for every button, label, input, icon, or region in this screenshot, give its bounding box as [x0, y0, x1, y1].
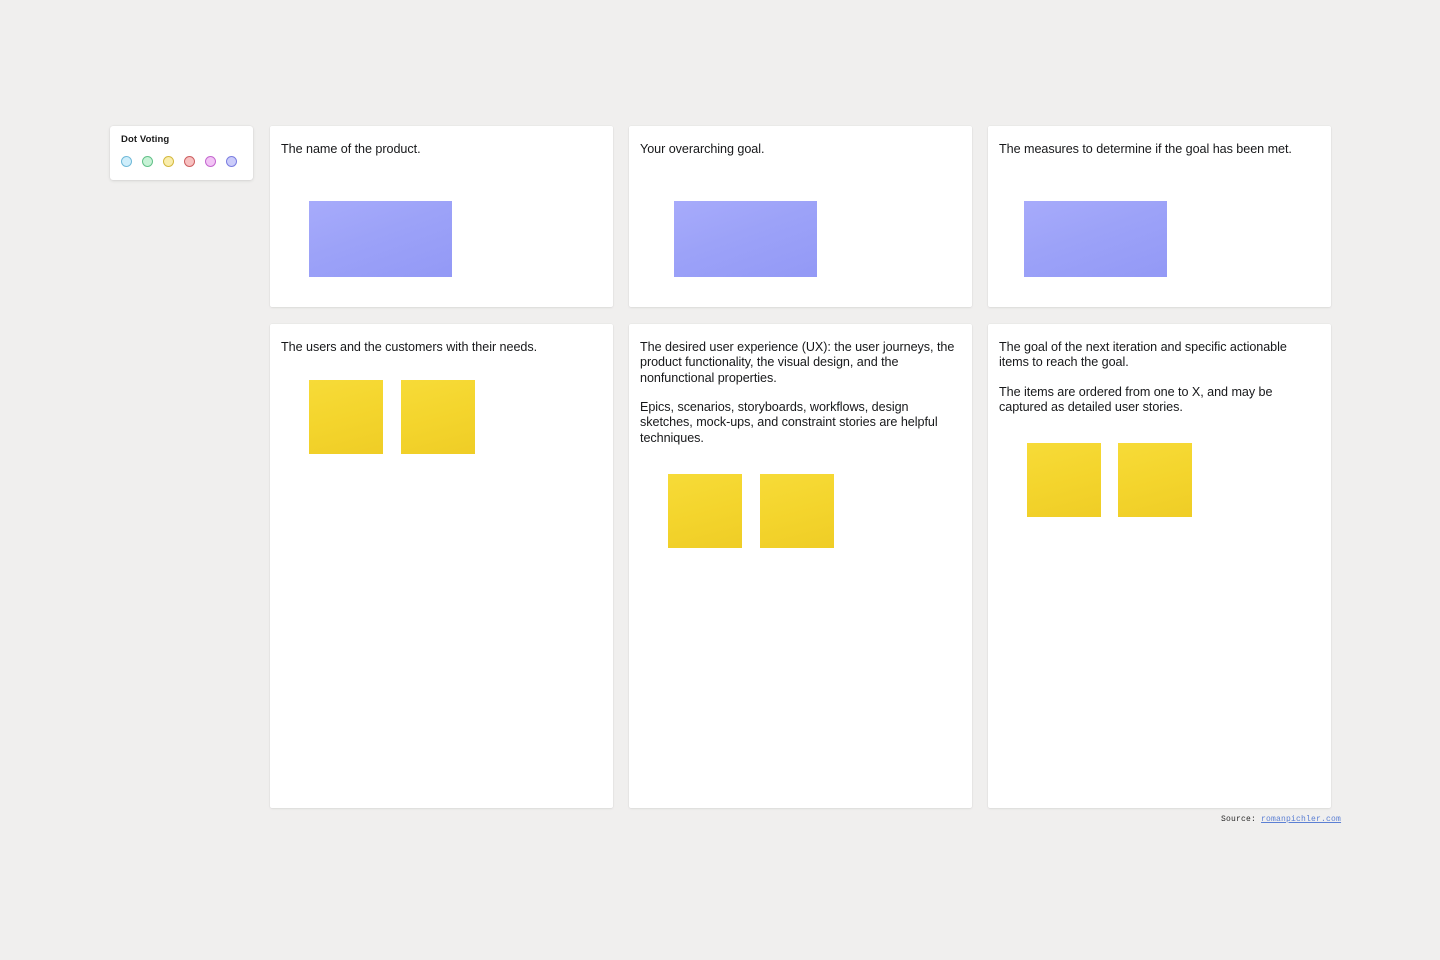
card-users-and-customers[interactable]: The users and the customers with their n…	[270, 324, 613, 808]
sticky-note-group	[674, 201, 960, 278]
sticky-note-yellow[interactable]	[1118, 443, 1192, 518]
dot-voting-color-blue[interactable]	[121, 155, 132, 167]
sticky-note-blue[interactable]	[674, 201, 817, 278]
product-vision-board: The name of the product. Your overarchin…	[270, 126, 1331, 808]
sticky-note-blue[interactable]	[1024, 201, 1167, 278]
sticky-note-group	[309, 201, 601, 278]
dot-voting-color-pink[interactable]	[205, 155, 216, 167]
card-product-name[interactable]: The name of the product.	[270, 126, 613, 307]
dot-voting-title: Dot Voting	[121, 134, 170, 145]
dot-voting-color-green[interactable]	[142, 155, 153, 167]
card-heading: The desired user experience (UX): the us…	[640, 340, 955, 385]
card-user-experience[interactable]: The desired user experience (UX): the us…	[629, 324, 972, 808]
sticky-note-yellow[interactable]	[309, 380, 383, 455]
sticky-note-yellow[interactable]	[1027, 443, 1101, 518]
card-heading: The measures to determine if the goal ha…	[999, 142, 1292, 156]
card-heading: The goal of the next iteration and speci…	[999, 340, 1287, 370]
sticky-note-yellow[interactable]	[401, 380, 475, 455]
sticky-note-group	[1027, 443, 1319, 518]
dot-voting-color-red[interactable]	[184, 155, 195, 167]
sticky-note-group	[1024, 201, 1319, 278]
sticky-note-blue[interactable]	[309, 201, 452, 278]
card-success-measures[interactable]: The measures to determine if the goal ha…	[988, 126, 1331, 307]
card-heading: The users and the customers with their n…	[281, 340, 538, 354]
sticky-note-group	[309, 380, 601, 455]
card-heading: Your overarching goal.	[640, 142, 765, 156]
dot-voting-palette[interactable]	[121, 155, 242, 167]
source-credit: Source: romanpichler.com	[1221, 815, 1341, 824]
source-link[interactable]: romanpichler.com	[1261, 815, 1341, 824]
card-overarching-goal[interactable]: Your overarching goal.	[629, 126, 972, 307]
card-paragraph: The items are ordered from one to X, and…	[999, 384, 1273, 415]
source-label: Source:	[1221, 815, 1257, 824]
card-heading: The name of the product.	[281, 142, 421, 156]
dot-voting-color-yellow[interactable]	[163, 155, 174, 167]
dot-voting-color-purple[interactable]	[226, 155, 237, 167]
dot-voting-widget[interactable]: Dot Voting	[110, 126, 253, 180]
sticky-note-yellow[interactable]	[760, 474, 834, 549]
card-iteration-goal[interactable]: The goal of the next iteration and speci…	[988, 324, 1331, 808]
sticky-note-yellow[interactable]	[668, 474, 742, 549]
sticky-note-group	[668, 474, 960, 549]
card-paragraph: Epics, scenarios, storyboards, workflows…	[640, 400, 938, 445]
